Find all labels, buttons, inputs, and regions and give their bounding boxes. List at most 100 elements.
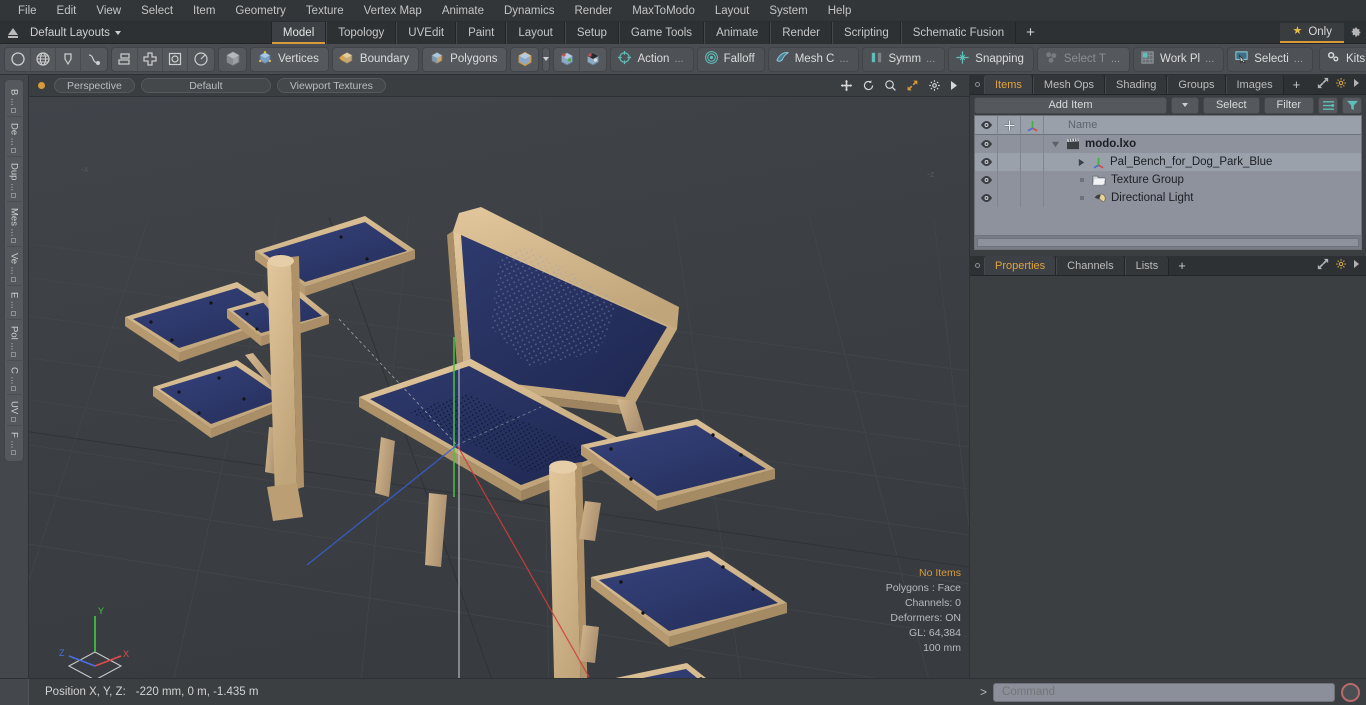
tab-channels[interactable]: Channels: [1056, 256, 1125, 275]
tab-groups[interactable]: Groups: [1167, 75, 1226, 94]
expand-icon[interactable]: [1317, 258, 1329, 273]
tab-items[interactable]: Items: [984, 75, 1033, 94]
menu-item-geometry[interactable]: Geometry: [225, 1, 296, 21]
table-row[interactable]: Texture Group: [975, 171, 1361, 189]
eye-icon[interactable]: [975, 171, 998, 189]
layout-tab-layout[interactable]: Layout: [506, 21, 565, 44]
selection-sets-button[interactable]: Selecti ...: [1227, 46, 1313, 72]
menu-item-edit[interactable]: Edit: [47, 1, 87, 21]
stop-record-icon[interactable]: [1341, 682, 1360, 702]
gear-icon[interactable]: [1335, 77, 1347, 92]
menu-item-texture[interactable]: Texture: [296, 1, 354, 21]
layout-tab-animate[interactable]: Animate: [704, 21, 771, 44]
left-rail-item-9[interactable]: F ...: [7, 426, 22, 458]
falloff-button[interactable]: Falloff: [696, 46, 765, 72]
panel-drag-dot[interactable]: [970, 75, 984, 94]
layout-tab-scripting[interactable]: Scripting: [831, 21, 901, 44]
pen-icon[interactable]: [56, 47, 81, 71]
items-tree-hscrollbar[interactable]: [975, 235, 1361, 249]
work-plane-button[interactable]: Work Pl ...: [1133, 46, 1225, 72]
viewport-canvas[interactable]: -x -z Y X Z: [29, 97, 969, 678]
expand-triangle-icon[interactable]: [1050, 140, 1061, 149]
move-cell[interactable]: [998, 171, 1021, 189]
chevron-right-icon[interactable]: [1353, 78, 1361, 91]
chevron-right-icon[interactable]: [950, 80, 959, 91]
tab-mesh-ops[interactable]: Mesh Ops: [1032, 75, 1106, 94]
polygons-mode-button[interactable]: Polygons: [422, 46, 508, 72]
add-items-tab-button[interactable]: +: [1284, 75, 1310, 94]
panel-drag-dot[interactable]: [970, 256, 984, 275]
chevron-right-icon[interactable]: [1353, 259, 1361, 272]
select-button[interactable]: Select: [1202, 96, 1260, 114]
move-icon[interactable]: [840, 79, 853, 92]
axis-cell[interactable]: [1021, 171, 1044, 189]
axis-cell[interactable]: [1021, 135, 1044, 153]
mode-dropdown-button[interactable]: [542, 46, 551, 72]
add-item-dropdown[interactable]: [1170, 96, 1199, 114]
layout-tab-topology[interactable]: Topology: [326, 21, 397, 44]
tab-lists[interactable]: Lists: [1124, 256, 1170, 275]
expand-icon[interactable]: [1317, 77, 1329, 92]
align-icon[interactable]: [113, 47, 138, 71]
collapse-triangle-icon[interactable]: [1076, 158, 1087, 167]
viewport-3d[interactable]: Perspective Default Viewport Textures -x…: [28, 75, 970, 678]
filter-button[interactable]: Filter: [1263, 96, 1314, 114]
filter-funnel-icon[interactable]: [1342, 96, 1362, 114]
eye-icon[interactable]: [975, 153, 998, 171]
layout-tab-game-tools[interactable]: Game Tools: [618, 21, 705, 44]
gear-icon[interactable]: [1335, 258, 1347, 273]
tab-shading[interactable]: Shading: [1105, 75, 1168, 94]
gear-icon[interactable]: [928, 79, 941, 92]
left-rail-item-3[interactable]: Mes ...: [6, 202, 22, 248]
layout-tab-uvedit[interactable]: UVEdit: [396, 21, 457, 44]
left-rail-item-0[interactable]: B ...: [6, 83, 22, 117]
axis-cell[interactable]: [1021, 189, 1044, 207]
curve-icon[interactable]: [81, 48, 106, 71]
items-tree-body[interactable]: modo.lxo Pal_Bench_for_Dog_Park_Blue Textu…: [975, 135, 1361, 235]
add-layout-tab-button[interactable]: +: [1016, 24, 1045, 41]
tree-leaf-marker[interactable]: [1076, 178, 1087, 182]
tab-properties[interactable]: Properties: [984, 256, 1057, 275]
menu-item-item[interactable]: Item: [183, 1, 225, 21]
left-rail-item-6[interactable]: Pol ...: [6, 320, 22, 361]
snapping-button[interactable]: Snapping: [948, 46, 1034, 72]
layout-tab-schematic-fusion[interactable]: Schematic Fusion: [900, 21, 1017, 44]
rotate-icon[interactable]: [188, 48, 213, 71]
menu-item-vertex-map[interactable]: Vertex Map: [354, 1, 432, 21]
snap-face-icon[interactable]: [580, 48, 605, 71]
layout-tab-setup[interactable]: Setup: [564, 21, 619, 44]
left-rail-item-1[interactable]: De ...: [6, 117, 22, 157]
tab-images[interactable]: Images: [1225, 75, 1284, 94]
action-center-button[interactable]: Action ...: [610, 46, 694, 72]
move-cell[interactable]: [998, 189, 1021, 207]
menu-item-dynamics[interactable]: Dynamics: [494, 1, 564, 21]
left-rail-item-2[interactable]: Dup ...: [6, 157, 22, 202]
menu-item-select[interactable]: Select: [131, 1, 183, 21]
layout-tab-paint[interactable]: Paint: [456, 21, 507, 44]
list-options-icon[interactable]: [1318, 96, 1338, 114]
layout-tab-model[interactable]: Model: [270, 21, 327, 44]
viewport-camera-selector[interactable]: Perspective: [54, 78, 135, 93]
cube-orange-icon[interactable]: [512, 48, 537, 71]
menu-item-layout[interactable]: Layout: [705, 1, 760, 21]
command-input[interactable]: [993, 682, 1335, 702]
fit-icon[interactable]: [906, 79, 919, 92]
vertices-mode-button[interactable]: Vertices: [250, 46, 329, 72]
table-row[interactable]: modo.lxo: [975, 135, 1361, 153]
layout-tab-render[interactable]: Render: [770, 21, 832, 44]
eye-icon[interactable]: [975, 135, 998, 153]
cube-icon[interactable]: [220, 48, 245, 71]
menu-item-help[interactable]: Help: [818, 1, 862, 21]
viewport-shading-selector[interactable]: Viewport Textures: [276, 78, 386, 93]
move-cell[interactable]: [998, 153, 1021, 171]
viewport-style-selector[interactable]: Default: [140, 78, 271, 93]
left-rail-item-4[interactable]: Ve ...: [6, 247, 22, 286]
add-item-button[interactable]: Add Item: [974, 96, 1167, 114]
home-icon[interactable]: [0, 23, 26, 43]
kits-button[interactable]: Kits: [1318, 46, 1366, 72]
menu-item-file[interactable]: File: [8, 1, 47, 21]
axis-cell[interactable]: [1021, 153, 1044, 171]
mesh-constraint-button[interactable]: Mesh C ...: [767, 46, 859, 72]
zoom-icon[interactable]: [884, 79, 897, 92]
rotate-icon[interactable]: [862, 79, 875, 92]
